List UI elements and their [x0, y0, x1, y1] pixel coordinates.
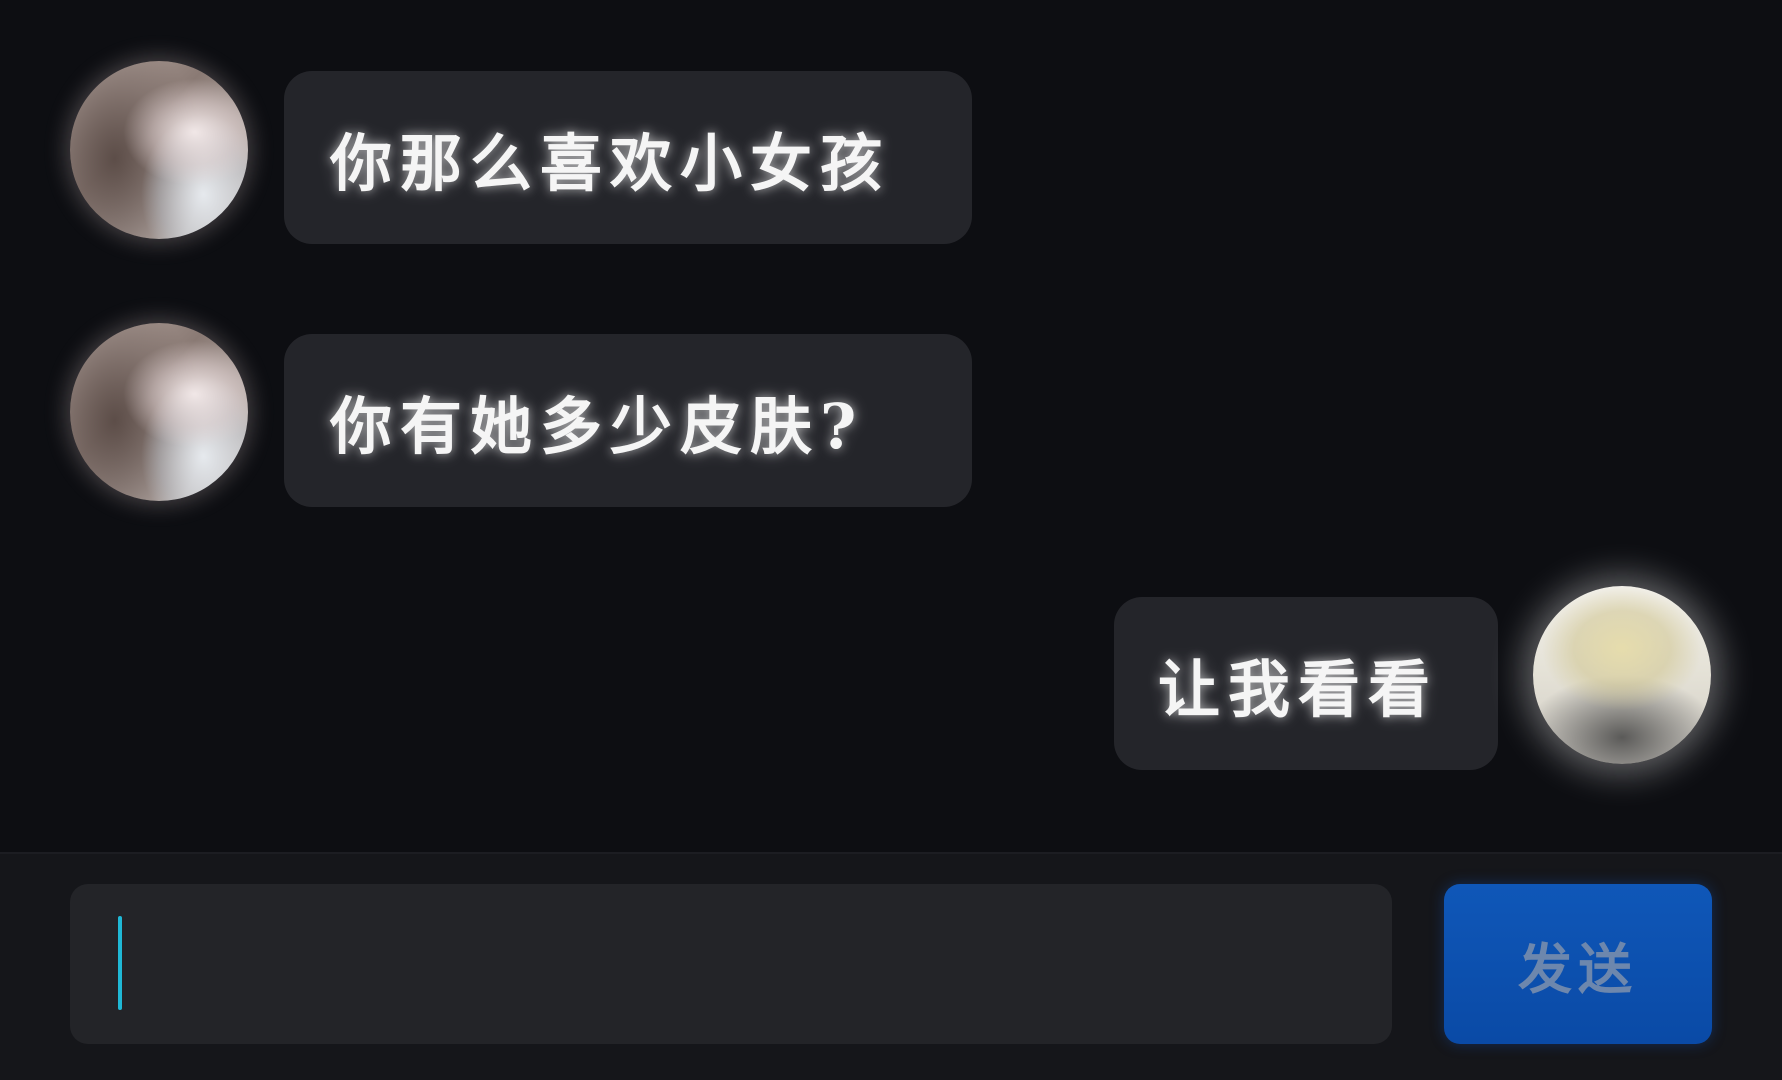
- message-text: 让我看看: [1158, 652, 1439, 726]
- composer-bar: 发送: [0, 852, 1782, 1080]
- message-bubble[interactable]: 你有她多少皮肤?: [284, 334, 972, 507]
- message-bubble[interactable]: 你那么喜欢小女孩: [284, 71, 972, 244]
- send-button-label: 发送: [1518, 936, 1638, 1001]
- message-input[interactable]: [70, 884, 1392, 1044]
- chat-screen: 你那么喜欢小女孩 你有她多少皮肤? 让我看看 发送: [0, 0, 1782, 1080]
- send-button[interactable]: 发送: [1444, 884, 1712, 1044]
- message-text: 你有她多少皮肤?: [330, 389, 865, 463]
- message-list[interactable]: 你那么喜欢小女孩 你有她多少皮肤? 让我看看: [0, 0, 1782, 852]
- text-caret: [118, 916, 122, 1010]
- avatar[interactable]: [70, 61, 248, 239]
- avatar[interactable]: [1533, 586, 1711, 764]
- message-bubble[interactable]: 让我看看: [1114, 597, 1498, 770]
- message-text: 你那么喜欢小女孩: [330, 126, 891, 200]
- avatar[interactable]: [70, 323, 248, 501]
